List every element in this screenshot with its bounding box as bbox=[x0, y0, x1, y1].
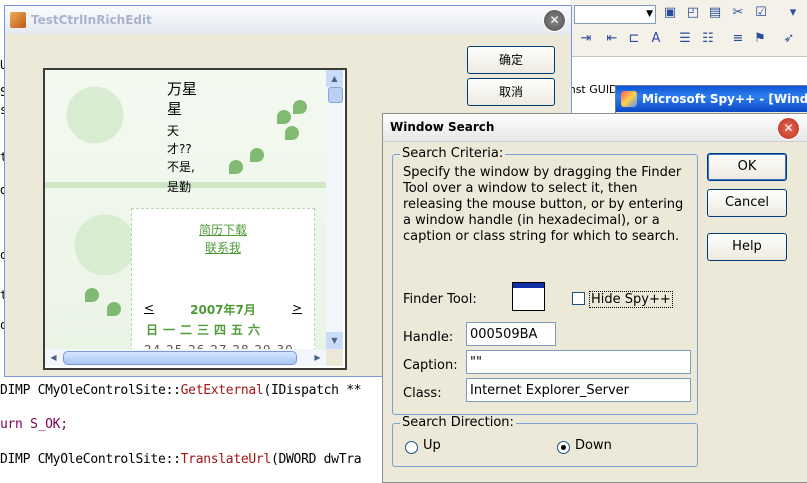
dialog-title: Window Search bbox=[390, 120, 495, 134]
spy-app-icon bbox=[621, 91, 637, 107]
scroll-corner bbox=[326, 349, 343, 366]
outdent-icon[interactable]: ⇤ bbox=[604, 31, 620, 47]
class-field[interactable]: Internet Explorer_Server bbox=[466, 378, 691, 402]
clover-decoration bbox=[250, 148, 264, 162]
scroll-left-icon[interactable]: ◀ bbox=[45, 349, 62, 366]
window-search-dialog: Window Search ✕ Search Criteria: Specify… bbox=[382, 113, 807, 483]
contact-link[interactable]: 联系我 bbox=[132, 239, 314, 256]
cancel-button[interactable]: Cancel bbox=[707, 189, 787, 217]
scroll-right-icon[interactable]: ▶ bbox=[309, 349, 326, 366]
finder-tool-icon[interactable] bbox=[512, 282, 545, 311]
test-window-title: TestCtrlInRichEdit bbox=[31, 13, 152, 27]
calendar-prev-link[interactable]: < bbox=[144, 301, 154, 315]
window-search-title-bar[interactable]: Window Search ✕ bbox=[383, 114, 807, 142]
vertical-scrollbar[interactable]: ▲ ▼ bbox=[326, 70, 343, 349]
code-line: urn S_OK; bbox=[0, 417, 68, 432]
ok-button[interactable]: OK bbox=[707, 153, 787, 181]
more-icon[interactable]: ▾ bbox=[785, 5, 801, 21]
toolbar-combo[interactable]: ▼ bbox=[574, 5, 656, 24]
clover-decoration bbox=[293, 100, 307, 114]
handle-field[interactable]: 000509BA bbox=[466, 322, 556, 346]
clover-decoration bbox=[285, 126, 299, 140]
name-heading: 万星 bbox=[167, 80, 198, 98]
calendar-next-link[interactable]: > bbox=[292, 301, 302, 315]
help-button[interactable]: Help bbox=[707, 233, 787, 261]
class-label: Class: bbox=[403, 386, 442, 401]
indent-icon[interactable]: ⇥ bbox=[578, 31, 594, 47]
bookmark-icon[interactable]: ⚑ bbox=[752, 31, 768, 47]
checklist-icon[interactable]: ☑ bbox=[753, 5, 769, 21]
direction-down-label[interactable]: Down bbox=[575, 438, 612, 453]
close-icon[interactable]: ✕ bbox=[543, 9, 566, 32]
ok-button[interactable]: 确定 bbox=[467, 46, 555, 74]
search-criteria-label: Search Criteria: bbox=[400, 146, 506, 161]
spy-title-bar[interactable]: Microsoft Spy++ - [Windows bbox=[616, 86, 807, 112]
scroll-up-icon[interactable]: ▲ bbox=[326, 70, 343, 87]
clover-decoration bbox=[229, 160, 243, 174]
cancel-button[interactable]: 取消 bbox=[467, 78, 555, 106]
calendar-month: 2007年7月 bbox=[190, 303, 256, 317]
horizontal-scrollbar[interactable]: ◀ ▶ bbox=[45, 349, 326, 366]
pointer-icon[interactable]: ➶ bbox=[781, 31, 797, 47]
horizontal-scroll-thumb[interactable] bbox=[63, 351, 297, 365]
direction-down-radio[interactable] bbox=[557, 441, 570, 454]
spy-title-text: Microsoft Spy++ - [Windows bbox=[642, 92, 807, 106]
code-line: DIMP CMyOleControlSite::TranslateUrl(DWO… bbox=[0, 452, 362, 467]
test-window-title-bar[interactable]: TestCtrlInRichEdit ✕ bbox=[5, 6, 571, 34]
caption-label: Caption: bbox=[403, 358, 458, 373]
rich-edit-browser-control[interactable]: 万星 星 天 才?? 不是, 是勤 简历下载 联系我 2007年7月 < > 日… bbox=[43, 68, 347, 370]
handle-label: Handle: bbox=[403, 330, 454, 345]
font-size-icon[interactable]: A bbox=[648, 31, 664, 47]
direction-up-radio[interactable] bbox=[405, 441, 418, 454]
code-line: DIMP CMyOleControlSite::GetExternal(IDis… bbox=[0, 383, 362, 398]
scroll-down-icon[interactable]: ▼ bbox=[326, 332, 343, 349]
bullet-icon[interactable]: ≡ bbox=[730, 31, 746, 47]
align-icon[interactable]: ⊏ bbox=[626, 31, 642, 47]
intro-text: 才?? bbox=[167, 142, 192, 156]
resume-download-link[interactable]: 简历下载 bbox=[132, 221, 314, 238]
vertical-scroll-thumb[interactable] bbox=[328, 87, 343, 103]
intro-text: 天 bbox=[167, 124, 180, 138]
direction-up-label[interactable]: Up bbox=[423, 438, 441, 453]
hide-spy-label[interactable]: Hide Spy++ bbox=[589, 291, 673, 308]
close-icon[interactable]: ✕ bbox=[777, 117, 800, 140]
intro-text: 是勤 bbox=[167, 180, 192, 194]
chevron-down-icon[interactable]: ▼ bbox=[646, 6, 653, 23]
intro-text: 不是, bbox=[167, 160, 195, 174]
web-page: 万星 星 天 才?? 不是, 是勤 简历下载 联系我 2007年7月 < > 日… bbox=[45, 70, 326, 357]
caption-field[interactable]: "" bbox=[466, 350, 691, 374]
finder-title-bar bbox=[513, 283, 544, 288]
clover-decoration bbox=[107, 302, 121, 316]
search-instructions: Specify the window by dragging the Finde… bbox=[403, 165, 684, 244]
calendar-header: 2007年7月 < > bbox=[132, 301, 314, 317]
search-direction-label: Search Direction: bbox=[400, 415, 516, 430]
tools-icon[interactable]: ✂ bbox=[730, 5, 746, 21]
calendar-weekdays: 日一二三四五六 bbox=[146, 323, 266, 337]
app-icon bbox=[10, 12, 26, 28]
properties-icon[interactable]: ▤ bbox=[707, 5, 723, 21]
list-icon[interactable]: ☰ bbox=[677, 31, 693, 47]
clover-decoration bbox=[85, 288, 99, 302]
window-icon[interactable]: ◰ bbox=[685, 5, 701, 21]
find-in-files-icon[interactable]: ▣ bbox=[662, 5, 678, 21]
page-sidebar: 简历下载 联系我 2007年7月 < > 日一二三四五六 24 25 26 27… bbox=[131, 208, 315, 357]
hide-spy-checkbox[interactable] bbox=[572, 292, 585, 305]
clover-decoration bbox=[277, 110, 291, 124]
name-heading-line2: 星 bbox=[167, 100, 183, 118]
finder-tool-label: Finder Tool: bbox=[403, 292, 477, 307]
list-indent-icon[interactable]: ☷ bbox=[700, 31, 716, 47]
